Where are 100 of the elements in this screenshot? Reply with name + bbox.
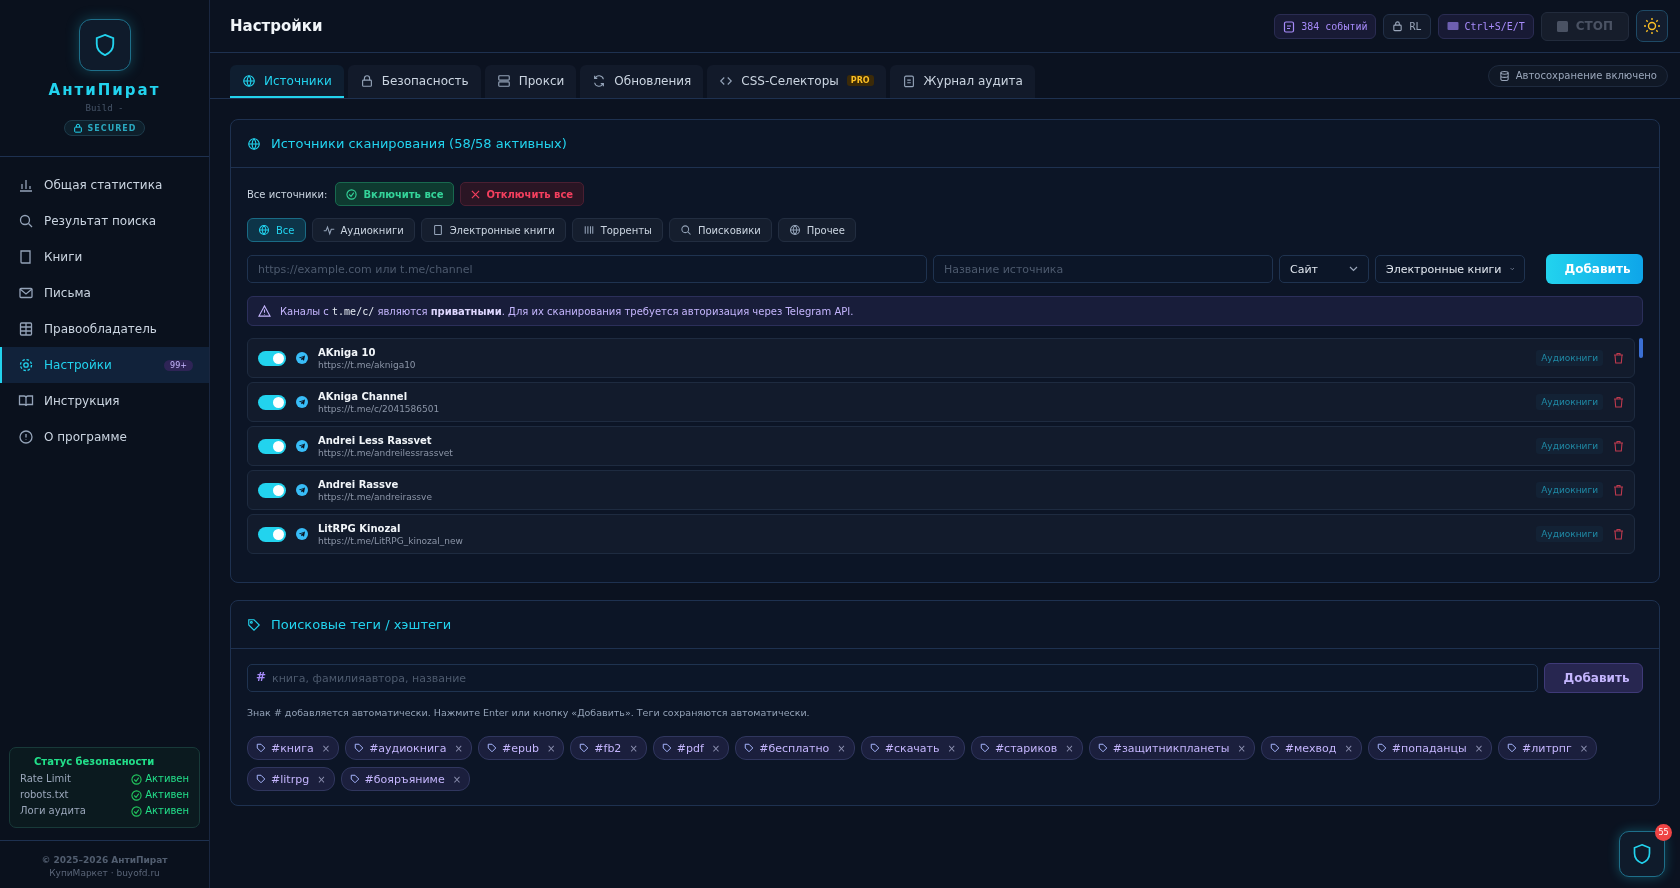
wave-icon [322,224,335,236]
remove-tag-button[interactable]: × [711,742,721,754]
globe-icon [247,136,261,151]
shortcut-chip: Ctrl+S/E/T [1437,13,1534,39]
settings-tab[interactable]: Журнал аудита [889,65,1035,98]
tag-icon [579,743,590,753]
remove-tag-button[interactable]: × [629,742,638,754]
lock-icon [1392,20,1404,32]
toggle-switch[interactable] [258,438,286,454]
count-badge: 99+ [164,359,193,371]
remove-tag-button[interactable]: × [947,742,956,754]
tag-icon [247,617,261,632]
category-tag: Аудиокниги [1536,394,1603,410]
hint-text: Знак # добавляется автоматически. Нажмите Enter или кнопку «Добавить». Теги сохраняются автоматически. [247,707,811,718]
disable-all-button[interactable]: Отключить все [460,182,585,206]
nav-item[interactable]: Инструкция [0,383,209,419]
globe-icon [788,224,801,236]
database-icon [1498,69,1510,82]
notification-badge: 55 [1655,824,1672,841]
lock-icon [359,73,374,88]
category-dropdown[interactable]: Электронные книги [1375,255,1525,283]
enable-all-button[interactable]: Включить все [335,182,455,206]
source-url: https://t.me/akniga10 [318,359,417,370]
tag-label: #аудиокнига [369,741,447,755]
nav-item[interactable]: О программе [0,419,209,455]
filter-chip[interactable]: Поисковики [669,218,772,242]
nav-item[interactable]: Результат поиска [0,203,209,239]
toggle-switch[interactable] [258,526,286,542]
name-input-field[interactable]: Название источника [933,255,1273,283]
settings-tab[interactable]: Обновления [580,65,704,98]
nav-item[interactable]: Общая статистика [0,167,209,203]
nav-item[interactable]: Письма [0,275,209,311]
remove-tag-button[interactable]: × [452,773,462,785]
tag-icon [744,743,755,753]
clipboard-icon [1283,19,1296,33]
filter-chip[interactable]: Электронные книги [420,218,566,242]
events-counter[interactable]: 384 событий [1274,13,1377,39]
book-icon [431,224,444,236]
toggle-switch[interactable] [258,394,286,410]
settings-tab[interactable]: Безопасность [347,65,481,98]
remove-tag-button[interactable]: × [1237,742,1246,754]
paper-plane-icon [296,440,308,452]
rate-limit-chip[interactable]: RL [1383,13,1431,39]
trash-icon[interactable] [1613,440,1624,452]
remove-tag-button[interactable]: × [1344,742,1353,754]
check-circle-icon [131,773,143,785]
source-name: Andrei Less Rassvet [318,434,433,446]
globe-icon [258,224,270,236]
source-url: https://t.me/andreirassve [318,491,433,502]
scrollbar[interactable] [1639,338,1643,358]
book-icon [18,249,34,265]
settings-tab[interactable]: Источники [230,65,344,98]
tag-icon [1507,743,1517,753]
filter-chip[interactable]: Торренты [571,218,663,242]
filter-chip[interactable]: Все [247,218,306,242]
toggle-switch[interactable] [258,482,286,498]
toggle-switch[interactable] [258,350,286,366]
tag-icon [1097,743,1108,753]
info-icon [18,429,34,445]
remove-tag-button[interactable]: × [837,742,846,754]
remove-tag-button[interactable]: × [1065,742,1074,754]
build-version: Build - [85,103,124,113]
remove-tag-button[interactable]: × [321,742,331,754]
mail-icon [18,285,34,301]
tag-label: #fb2 [594,741,622,755]
theme-toggle-button[interactable] [1636,10,1668,42]
paper-plane-icon [296,352,308,364]
remove-tag-button[interactable]: × [317,773,326,785]
remove-tag-button[interactable]: × [546,742,556,754]
page-title: Настройки [230,17,323,35]
tag-icon [1269,743,1280,753]
source-name: Andrei Rassve [318,478,400,490]
trash-icon[interactable] [1613,352,1624,364]
shield-logo-icon [78,19,131,71]
tag-label: #защитникпланеты [1112,741,1230,755]
nav-item[interactable]: Книги [0,239,209,275]
nav-item[interactable]: Настройки 99+ [0,347,209,383]
url-input-field[interactable]: https://example.com или t.me/channel [247,255,927,283]
nav-item[interactable]: Правообладатель [0,311,209,347]
category-tag: Аудиокниги [1536,482,1603,498]
trash-icon[interactable] [1613,396,1624,408]
settings-tab[interactable]: Прокси [484,65,577,98]
secured-label: SECURED [87,123,137,133]
search-icon [18,213,34,229]
tag-icon [349,774,360,784]
building-icon [18,321,34,337]
remove-tag-button[interactable]: × [454,742,463,754]
add-tag-button[interactable]: Добавить [1544,663,1643,693]
category-tag: Аудиокниги [1536,438,1603,454]
filter-chip[interactable]: Прочее [777,218,856,242]
paper-plane-icon [296,528,308,540]
remove-tag-button[interactable]: × [1474,742,1483,754]
trash-icon[interactable] [1613,528,1624,540]
settings-tab[interactable]: CSS-Селекторы PRO [707,65,886,98]
trash-icon[interactable] [1613,484,1624,496]
globe-icon [242,73,256,88]
close-icon [471,189,481,199]
remove-tag-button[interactable]: × [1579,742,1589,754]
filter-chip[interactable]: Аудиокниги [311,218,415,242]
type-dropdown[interactable]: Сайт [1279,255,1369,283]
